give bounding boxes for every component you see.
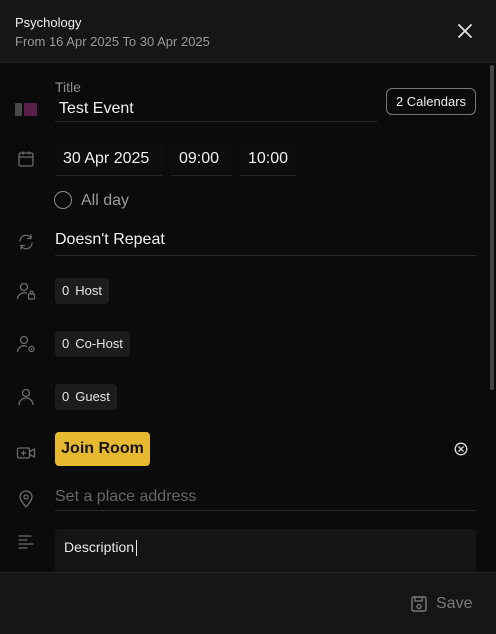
dialog-title: Psychology	[15, 15, 82, 30]
user-icon	[16, 387, 36, 407]
circle-x-icon	[454, 442, 468, 456]
end-time-field[interactable]: 10:00	[240, 144, 296, 176]
floppy-disk-icon	[411, 596, 427, 612]
repeat-icon	[16, 232, 36, 252]
guest-chip[interactable]: 0 Guest	[55, 384, 117, 410]
place-underline	[55, 510, 476, 511]
host-count: 0	[62, 283, 70, 298]
user-gear-icon	[16, 334, 36, 354]
map-pin-icon	[16, 489, 36, 509]
cohost-count: 0	[62, 336, 70, 351]
description-text: Description	[64, 539, 138, 557]
all-day-radio[interactable]	[54, 191, 72, 209]
all-day-label: All day	[81, 192, 130, 209]
description-value: Description	[64, 539, 135, 555]
join-room-button[interactable]: Join Room	[55, 432, 150, 466]
place-address-input[interactable]: Set a place address	[55, 488, 196, 506]
calendar-color-swatch	[15, 103, 37, 116]
close-icon	[458, 24, 472, 38]
repeat-select[interactable]: Doesn't Repeat	[55, 231, 165, 249]
title-input[interactable]	[55, 96, 377, 122]
dialog-header: Psychology From 16 Apr 2025 To 30 Apr 20…	[0, 0, 496, 63]
host-chip[interactable]: 0 Host	[55, 278, 109, 304]
remove-room-button[interactable]	[454, 442, 468, 456]
close-button[interactable]	[456, 22, 474, 40]
title-label: Title	[55, 79, 81, 95]
start-time-field[interactable]: 09:00	[171, 144, 232, 176]
description-field[interactable]: Description	[55, 529, 476, 572]
scrollbar-thumb[interactable]	[490, 65, 494, 390]
cohost-label: Co-Host	[75, 336, 123, 351]
cohost-chip[interactable]: 0 Co-Host	[55, 331, 130, 357]
event-dialog: Psychology From 16 Apr 2025 To 30 Apr 20…	[0, 0, 496, 634]
dialog-footer: Save	[0, 572, 496, 634]
save-label: Save	[436, 595, 473, 612]
calendar-icon	[16, 149, 36, 169]
video-plus-icon	[16, 443, 36, 463]
calendar-color-2	[24, 103, 37, 116]
user-lock-icon	[16, 281, 36, 301]
guest-count: 0	[62, 389, 70, 404]
repeat-underline	[55, 255, 476, 256]
host-label: Host	[75, 283, 102, 298]
calendar-color-1	[15, 103, 22, 116]
align-left-icon	[16, 531, 36, 551]
date-field[interactable]: 30 Apr 2025	[55, 144, 162, 176]
text-caret	[136, 540, 138, 557]
dialog-body: Title 2 Calendars 30 Apr 2025 09:00 10:0…	[0, 63, 496, 572]
guest-label: Guest	[75, 389, 110, 404]
calendars-button[interactable]: 2 Calendars	[386, 88, 476, 115]
dialog-subtitle: From 16 Apr 2025 To 30 Apr 2025	[15, 34, 210, 49]
